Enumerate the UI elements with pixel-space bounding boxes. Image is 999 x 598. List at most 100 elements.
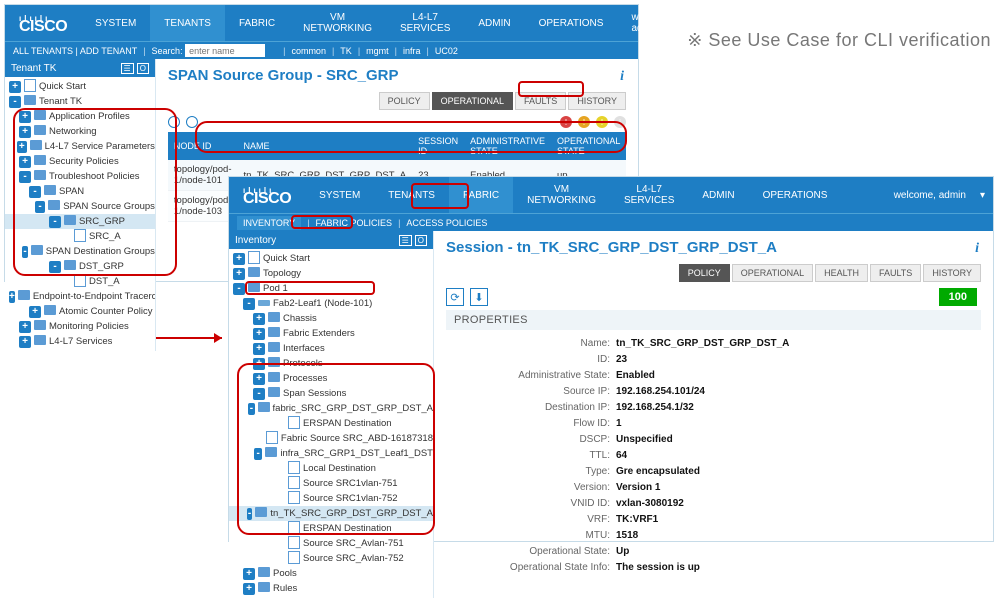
caret-down-icon[interactable]: ▾ <box>688 18 693 29</box>
search-input[interactable] <box>185 44 265 57</box>
subbar-link[interactable]: infra <box>403 46 421 56</box>
tree-item[interactable]: +Rules <box>229 581 433 596</box>
subnav-access-policies[interactable]: ACCESS POLICIES <box>406 218 487 228</box>
tree-toggle-icon[interactable]: - <box>49 261 61 273</box>
tree-toggle-icon[interactable]: + <box>9 81 21 93</box>
fault-minor-icon[interactable]: ! <box>596 116 608 128</box>
tree-item[interactable]: Fabric Source SRC_ABD-16187318 <box>229 431 433 446</box>
nav-system[interactable]: SYSTEM <box>305 177 374 213</box>
tree-toggle-icon[interactable]: + <box>19 156 31 168</box>
tree-item[interactable]: -Tenant TK <box>5 94 155 109</box>
tree-toggle-icon[interactable]: - <box>247 508 253 520</box>
tree-item[interactable]: -Fab2-Leaf1 (Node-101) <box>229 296 433 311</box>
tab-history[interactable]: HISTORY <box>568 92 626 110</box>
tree-toggle-icon[interactable]: - <box>19 171 31 183</box>
tree-toggle-icon[interactable]: + <box>253 313 265 325</box>
tree-toggle-icon[interactable]: - <box>233 283 245 295</box>
caret-down-icon[interactable]: ▾ <box>980 190 985 201</box>
subbar-link[interactable]: TK <box>340 46 352 56</box>
tree-item[interactable]: Source SRC_Avlan-751 <box>229 536 433 551</box>
sidebar-tool-icon[interactable]: ☰ <box>399 235 412 246</box>
nav-fabric[interactable]: FABRIC <box>225 5 289 41</box>
tree-toggle-icon[interactable] <box>273 538 285 550</box>
nav-admin[interactable]: ADMIN <box>464 5 524 41</box>
tree-item[interactable]: -tn_TK_SRC_GRP_DST_GRP_DST_A <box>229 506 433 521</box>
tree-item[interactable]: ERSPAN Destination <box>229 521 433 536</box>
nav-l4-l7-services[interactable]: L4-L7SERVICES <box>386 5 464 41</box>
tree-toggle-icon[interactable]: + <box>253 358 265 370</box>
tree-toggle-icon[interactable]: - <box>254 448 262 460</box>
tree-item[interactable]: -Troubleshoot Policies <box>5 169 155 184</box>
tree-toggle-icon[interactable]: + <box>253 373 265 385</box>
subbar-link[interactable]: common <box>291 46 326 56</box>
tree-item[interactable]: -fabric_SRC_GRP_DST_GRP_DST_A <box>229 401 433 416</box>
tree-item[interactable]: -infra_SRC_GRP1_DST_Leaf1_DST <box>229 446 433 461</box>
table-header[interactable]: NAME <box>238 132 413 160</box>
nav-l4-l7-services[interactable]: L4-L7SERVICES <box>610 177 688 213</box>
sidebar-tool-icon[interactable]: O <box>137 63 149 74</box>
nav-vm-networking[interactable]: VMNETWORKING <box>513 177 610 213</box>
tree-toggle-icon[interactable] <box>273 478 285 490</box>
fault-crit-icon[interactable]: ! <box>560 116 572 128</box>
nav-fabric[interactable]: FABRIC <box>449 177 513 213</box>
tree-toggle-icon[interactable]: + <box>19 111 31 123</box>
table-header[interactable]: SESSION ID <box>412 132 464 160</box>
tree-item[interactable]: -SRC_GRP <box>5 214 155 229</box>
tree-item[interactable]: Source SRC_Avlan-752 <box>229 551 433 566</box>
tree-item[interactable]: +Application Profiles <box>5 109 155 124</box>
tree-toggle-icon[interactable]: + <box>253 328 265 340</box>
refresh-icon[interactable]: ⟳ <box>168 116 180 128</box>
tree-item[interactable]: -Span Sessions <box>229 386 433 401</box>
tree-toggle-icon[interactable]: - <box>29 186 41 198</box>
tree-toggle-icon[interactable] <box>273 463 285 475</box>
tree-item[interactable]: +Processes <box>229 371 433 386</box>
tree-item[interactable]: Local Destination <box>229 461 433 476</box>
tree-item[interactable]: +L4-L7 Service Parameters <box>5 139 155 154</box>
tree-item[interactable]: +Quick Start <box>229 251 433 266</box>
nav-tenants[interactable]: TENANTS <box>150 5 225 41</box>
tree-toggle-icon[interactable]: + <box>19 321 31 333</box>
info-icon[interactable]: i <box>620 69 624 85</box>
tree-item[interactable]: SRC_A <box>5 229 155 244</box>
tree-toggle-icon[interactable]: + <box>17 141 27 153</box>
tree-item[interactable]: -Pod 1 <box>229 281 433 296</box>
tree-toggle-icon[interactable]: - <box>248 403 254 415</box>
tree-item[interactable]: +L4-L7 Services <box>5 334 155 349</box>
tree-toggle-icon[interactable] <box>273 418 285 430</box>
tree-item[interactable]: +Protocols <box>229 356 433 371</box>
tree-item[interactable]: -DST_GRP <box>5 259 155 274</box>
tab-operational[interactable]: OPERATIONAL <box>432 92 513 110</box>
tree-item[interactable]: -SPAN Destination Groups <box>5 244 155 259</box>
subbar-link[interactable]: mgmt <box>366 46 389 56</box>
nav-vm-networking[interactable]: VMNETWORKING <box>289 5 386 41</box>
tree-toggle-icon[interactable]: + <box>243 583 255 595</box>
tree-toggle-icon[interactable]: + <box>19 126 31 138</box>
tree-toggle-icon[interactable]: + <box>253 343 265 355</box>
sidebar-tool-icon[interactable]: O <box>415 235 427 246</box>
tree-item[interactable]: ERSPAN Destination <box>229 416 433 431</box>
sidebar-tool-icon[interactable]: ☰ <box>121 63 134 74</box>
tree-toggle-icon[interactable]: - <box>9 96 21 108</box>
tree-toggle-icon[interactable] <box>59 231 71 243</box>
tree-toggle-icon[interactable]: - <box>35 201 45 213</box>
tree-toggle-icon[interactable]: + <box>233 253 245 265</box>
tree-toggle-icon[interactable]: + <box>29 306 41 318</box>
tree-toggle-icon[interactable] <box>59 276 71 288</box>
tree-item[interactable]: +Networking <box>5 124 155 139</box>
table-header[interactable]: OPERATIONAL STATE <box>551 132 626 160</box>
tree-toggle-icon[interactable] <box>256 433 263 445</box>
nav-admin[interactable]: ADMIN <box>688 177 748 213</box>
tree-toggle-icon[interactable]: + <box>19 336 31 348</box>
nav-tenants[interactable]: TENANTS <box>374 177 449 213</box>
tree-toggle-icon[interactable] <box>273 553 285 565</box>
tree-item[interactable]: +Security Policies <box>5 154 155 169</box>
tree-toggle-icon[interactable]: - <box>22 246 27 258</box>
subbar-link[interactable]: UC02 <box>435 46 458 56</box>
tree-item[interactable]: +Chassis <box>229 311 433 326</box>
tree-toggle-icon[interactable] <box>273 493 285 505</box>
nav-system[interactable]: SYSTEM <box>81 5 150 41</box>
nav-operations[interactable]: OPERATIONS <box>749 177 842 213</box>
tree-toggle-icon[interactable]: - <box>253 388 265 400</box>
tab-history[interactable]: HISTORY <box>923 264 981 282</box>
subbar-left[interactable]: ALL TENANTS | ADD TENANT <box>13 46 137 56</box>
